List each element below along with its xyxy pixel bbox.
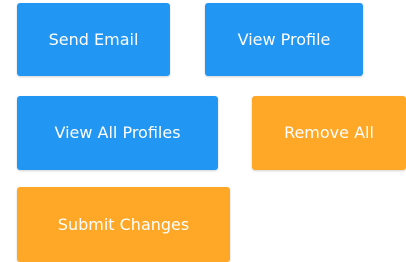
remove-all-button[interactable]: Remove All xyxy=(252,96,406,170)
view-profile-button[interactable]: View Profile xyxy=(205,3,363,76)
view-all-profiles-button[interactable]: View All Profiles xyxy=(17,96,218,170)
submit-changes-button[interactable]: Submit Changes xyxy=(17,187,230,262)
button-panel: Send Email View Profile View All Profile… xyxy=(0,0,406,262)
send-email-button[interactable]: Send Email xyxy=(17,3,170,76)
